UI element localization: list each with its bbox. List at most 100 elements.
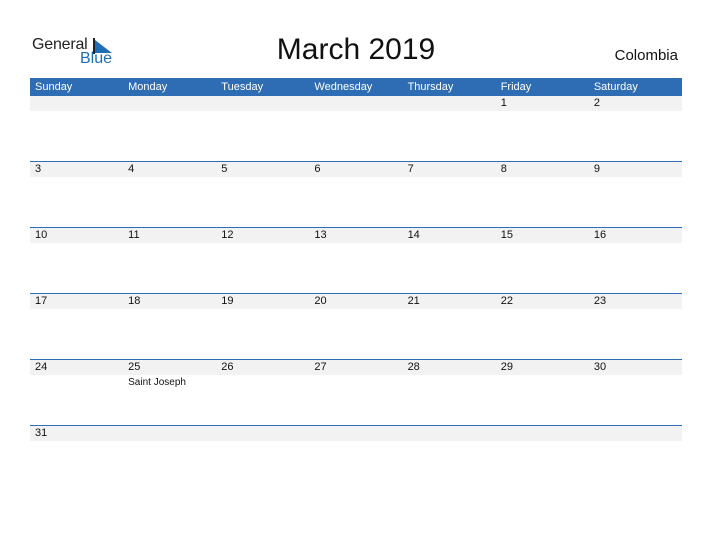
week-row-1: 1 2 [30,96,682,161]
weekday-thursday: Thursday [407,81,454,93]
day-event [496,243,589,293]
day-event [496,111,589,161]
day-event [123,111,216,161]
day-number [30,96,123,111]
day-event [30,177,123,227]
day-event [309,309,402,359]
week-row-2: 3 4 5 6 7 8 9 [30,161,682,227]
day-event [30,375,123,425]
day-number: 21 [407,295,420,307]
day-number: 9 [593,163,600,175]
day-event [589,111,682,161]
weekday-wednesday: Wednesday [314,81,373,93]
day-event [496,309,589,359]
day-number: 30 [593,361,607,373]
day-number-strip: 31 [30,426,682,441]
country-label: Colombia [614,47,678,64]
day-event [123,243,216,293]
weekday-monday: Monday [128,81,168,93]
day-number: 31 [35,427,48,439]
day-number-strip: 10 11 12 13 14 15 16 [30,228,682,243]
day-event [403,111,496,161]
weekday-header: Sunday Monday Tuesday Wednesday Thursday… [30,78,682,96]
day-event [216,375,309,425]
day-event [403,177,496,227]
day-event [30,243,123,293]
day-event [30,441,123,491]
holiday-saint-joseph: Saint Joseph [128,377,186,388]
day-number: 6 [314,163,321,175]
day-number-strip: 17 18 19 20 21 22 23 [30,294,682,309]
day-event [216,441,309,491]
day-event [309,375,402,425]
day-number [589,426,682,441]
event-strip [30,441,682,491]
day-number: 14 [407,229,420,241]
day-event [403,441,496,491]
day-number: 10 [35,229,48,241]
calendar-grid: Sunday Monday Tuesday Wednesday Thursday… [30,78,682,491]
day-event [216,309,309,359]
day-event [589,177,682,227]
day-number: 25 [128,361,141,373]
day-number: 3 [35,163,42,175]
day-event [589,243,682,293]
day-event [30,309,123,359]
day-event [403,243,496,293]
event-strip [30,177,682,227]
day-event [309,441,402,491]
day-number: 12 [221,229,234,241]
day-number: 22 [500,295,513,307]
week-row-5: 24 25 26 27 28 29 30 Saint Joseph [30,359,682,425]
day-number-strip: 24 25 26 27 28 29 30 [30,360,682,375]
week-row-4: 17 18 19 20 21 22 23 [30,293,682,359]
day-number: 1 [500,97,507,109]
day-number: 28 [407,361,420,373]
week-row-3: 10 11 12 13 14 15 16 [30,227,682,293]
day-event [403,309,496,359]
day-number: 18 [128,295,141,307]
event-strip [30,243,682,293]
day-event [123,441,216,491]
day-event [216,243,309,293]
day-number: 24 [35,361,48,373]
day-number: 17 [35,295,48,307]
day-number: 4 [128,163,135,175]
day-number: 23 [593,295,607,307]
day-event [309,177,402,227]
day-number: 16 [593,229,607,241]
day-event [309,243,402,293]
day-number [123,426,216,441]
day-event [309,111,402,161]
day-number: 5 [221,163,228,175]
day-number [123,96,216,111]
weekday-tuesday: Tuesday [221,81,264,93]
page-title: March 2019 [276,33,436,66]
day-number [309,96,402,111]
weekday-sunday: Sunday [35,81,73,93]
day-event [123,309,216,359]
event-strip [30,309,682,359]
day-number [309,426,402,441]
day-number [403,426,496,441]
day-number: 26 [221,361,234,373]
event-strip [30,111,682,161]
day-number [496,426,589,441]
day-number: 8 [500,163,507,175]
day-number-strip: 1 2 [30,96,682,111]
day-number [216,96,309,111]
day-event [216,111,309,161]
day-event [496,375,589,425]
day-number-strip: 3 4 5 6 7 8 9 [30,162,682,177]
week-row-6: 31 [30,425,682,491]
day-number: 13 [314,229,327,241]
weekday-saturday: Saturday [593,81,638,93]
day-event [589,441,682,491]
event-strip: Saint Joseph [30,375,682,425]
day-number [216,426,309,441]
day-number: 15 [500,229,513,241]
weekday-friday: Friday [500,81,532,93]
day-event [30,111,123,161]
day-number [403,96,496,111]
day-event [403,375,496,425]
